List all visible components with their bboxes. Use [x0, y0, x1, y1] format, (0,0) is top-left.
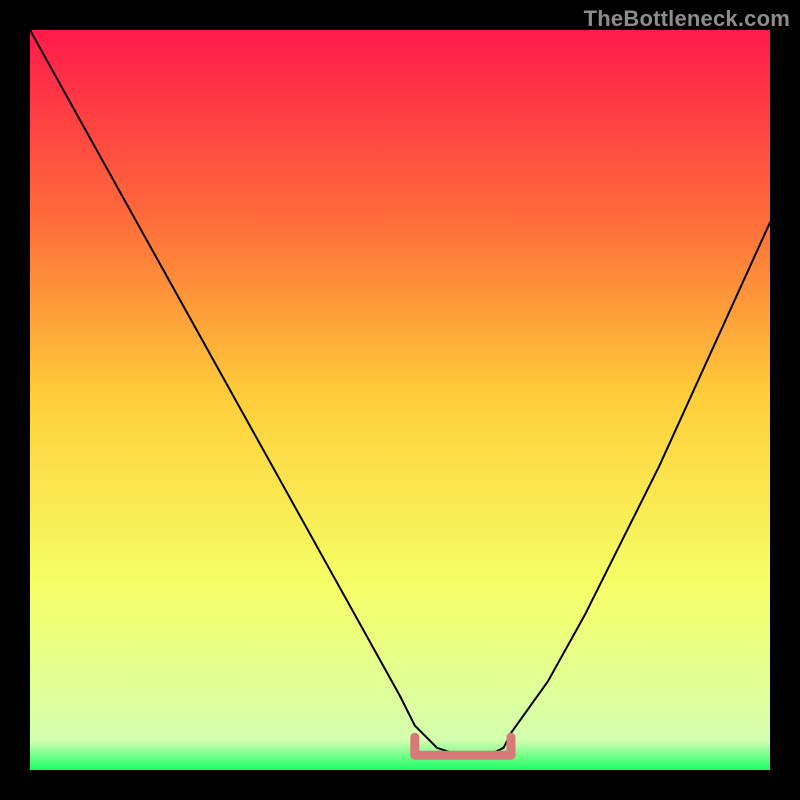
chart-svg	[30, 30, 770, 770]
watermark-text: TheBottleneck.com	[584, 6, 790, 32]
chart-stage: TheBottleneck.com	[0, 0, 800, 800]
plot-area	[30, 30, 770, 770]
gradient-background	[30, 30, 770, 770]
